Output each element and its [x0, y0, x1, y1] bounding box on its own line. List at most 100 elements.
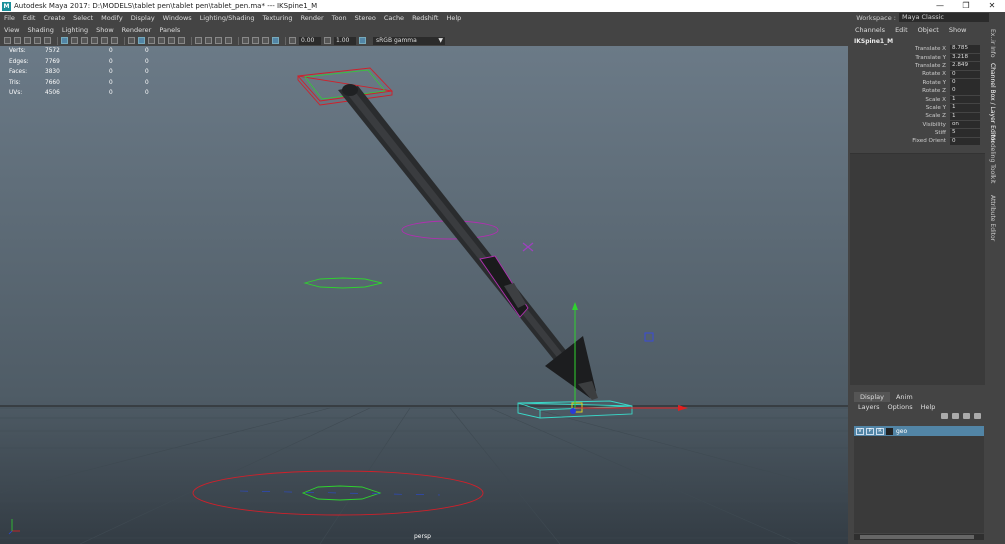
screen-space-ao-icon[interactable] — [195, 37, 202, 44]
xray-joints-icon[interactable] — [272, 37, 279, 44]
channel-value[interactable]: 1 — [950, 104, 980, 112]
image-plane-icon[interactable] — [34, 37, 41, 44]
menu-cache[interactable]: Cache — [380, 14, 408, 22]
smooth-shade-icon[interactable] — [138, 37, 145, 44]
wireframe-on-shaded-icon[interactable] — [148, 37, 155, 44]
layer-menu-help[interactable]: Help — [917, 403, 940, 411]
menu-toon[interactable]: Toon — [328, 14, 351, 22]
depth-of-field-icon[interactable] — [225, 37, 232, 44]
channel-value[interactable]: 0 — [950, 70, 980, 79]
safe-action-icon[interactable] — [111, 37, 118, 44]
bookmark-icon[interactable] — [24, 37, 31, 44]
tab-attribute-editor[interactable]: Attribute Editor — [989, 195, 996, 241]
menu-texturing[interactable]: Texturing — [259, 14, 297, 22]
move-layer-up-icon[interactable] — [941, 413, 948, 419]
tab-extra-info[interactable]: Ex..ir Info — [989, 29, 996, 58]
channel-value[interactable]: on — [950, 120, 980, 129]
channel-name[interactable]: Rotate Y — [850, 80, 950, 86]
cb-menu-edit[interactable]: Edit — [890, 26, 913, 34]
channel-value[interactable]: 5 — [950, 129, 980, 137]
channel-row[interactable]: Stiff 5 — [850, 129, 985, 137]
tab-channel-box-layer-editor[interactable]: Channel Box / Layer Editor — [989, 63, 996, 143]
xray-icon[interactable] — [252, 37, 259, 44]
panel-menu-lighting[interactable]: Lighting — [58, 26, 92, 34]
channel-name[interactable]: Fixed Orient — [850, 138, 950, 144]
menu-help[interactable]: Help — [442, 14, 465, 22]
tab-modeling-toolkit[interactable]: Modeling Toolkit — [989, 135, 996, 183]
wireframe-icon[interactable] — [128, 37, 135, 44]
grid-icon[interactable] — [61, 37, 68, 44]
channel-name[interactable]: Translate X — [850, 46, 950, 52]
layer-menu-layers[interactable]: Layers — [854, 403, 884, 411]
panel-menu-shading[interactable]: Shading — [23, 26, 57, 34]
menu-lighting-shading[interactable]: Lighting/Shading — [196, 14, 259, 22]
cb-menu-object[interactable]: Object — [913, 26, 944, 34]
channel-row[interactable]: Scale Y1 — [850, 104, 985, 112]
channel-value[interactable]: 0 — [950, 137, 980, 146]
channel-value[interactable]: 8.785 — [950, 45, 980, 53]
layer-visibility-toggle[interactable]: V — [856, 427, 864, 435]
menu-display[interactable]: Display — [127, 14, 159, 22]
menu-create[interactable]: Create — [39, 14, 69, 22]
layer-menu-options[interactable]: Options — [884, 403, 917, 411]
channel-row[interactable]: Translate X 8.785 — [850, 45, 985, 53]
channel-name[interactable]: Rotate Z — [850, 88, 950, 94]
channel-row[interactable]: Translate Y 3.218 — [850, 53, 985, 62]
motion-blur-icon[interactable] — [205, 37, 212, 44]
menu-select[interactable]: Select — [69, 14, 97, 22]
camera-icon[interactable] — [4, 37, 11, 44]
channel-value[interactable]: 2.849 — [950, 62, 980, 70]
menu-windows[interactable]: Windows — [159, 14, 196, 22]
color-management-icon[interactable] — [359, 37, 366, 44]
channel-name[interactable]: Stiff — [850, 130, 950, 136]
panel-menu-view[interactable]: View — [0, 26, 23, 34]
channel-name[interactable]: Translate Z — [850, 63, 950, 69]
cb-menu-channels[interactable]: Channels — [850, 26, 890, 34]
panel-menu-renderer[interactable]: Renderer — [118, 26, 156, 34]
gamma-field[interactable]: 1.00 — [334, 36, 356, 45]
channel-row[interactable]: Scale Z1 — [850, 112, 985, 121]
channel-row[interactable]: Scale X1 — [850, 95, 985, 104]
menu-render[interactable]: Render — [297, 14, 328, 22]
textured-icon[interactable] — [158, 37, 165, 44]
tab-anim[interactable]: Anim — [890, 392, 919, 402]
resolution-gate-icon[interactable] — [81, 37, 88, 44]
channel-name[interactable]: Translate Y — [850, 55, 950, 61]
use-all-lights-icon[interactable] — [168, 37, 175, 44]
layer-row-geo[interactable]: V P R geo — [854, 426, 984, 436]
channel-row[interactable]: Translate Z 2.849 — [850, 62, 985, 70]
xray-active-icon[interactable] — [262, 37, 269, 44]
workspace-dropdown[interactable]: Maya Classic — [899, 13, 989, 22]
new-empty-layer-icon[interactable] — [963, 413, 970, 419]
channel-value[interactable]: 1 — [950, 95, 980, 104]
channel-row[interactable]: Rotate X0 — [850, 70, 985, 79]
move-layer-down-icon[interactable] — [952, 413, 959, 419]
shadows-icon[interactable] — [178, 37, 185, 44]
maximize-button[interactable]: ❐ — [953, 0, 979, 12]
layer-name[interactable]: geo — [896, 428, 907, 435]
gate-mask-icon[interactable] — [91, 37, 98, 44]
menu-file[interactable]: File — [0, 14, 19, 22]
channel-row[interactable]: Rotate Y0 — [850, 79, 985, 87]
channel-value[interactable]: 0 — [950, 87, 980, 95]
layer-horizontal-scrollbar[interactable] — [854, 534, 984, 540]
camera-attributes-icon[interactable] — [14, 37, 21, 44]
channel-row[interactable]: Rotate Z0 — [850, 87, 985, 95]
film-gate-icon[interactable] — [71, 37, 78, 44]
cb-menu-show[interactable]: Show — [944, 26, 972, 34]
channel-value[interactable]: 0 — [950, 79, 980, 87]
channel-value[interactable]: 3.218 — [950, 53, 980, 62]
menu-modify[interactable]: Modify — [97, 14, 127, 22]
layer-reference-toggle[interactable]: R — [876, 427, 884, 435]
channel-name[interactable]: Visibility — [850, 122, 950, 128]
layer-playback-toggle[interactable]: P — [866, 427, 874, 435]
channel-row[interactable]: Fixed Orient 0 — [850, 137, 985, 146]
exposure-field[interactable]: 0.00 — [299, 36, 321, 45]
minimize-button[interactable]: — — [927, 0, 953, 12]
field-chart-icon[interactable] — [101, 37, 108, 44]
panel-menu-show[interactable]: Show — [92, 26, 118, 34]
isolate-select-icon[interactable] — [242, 37, 249, 44]
scrollbar-thumb[interactable] — [860, 535, 974, 539]
channel-name[interactable]: Scale Y — [850, 105, 950, 111]
pencil-icon[interactable] — [44, 37, 51, 44]
